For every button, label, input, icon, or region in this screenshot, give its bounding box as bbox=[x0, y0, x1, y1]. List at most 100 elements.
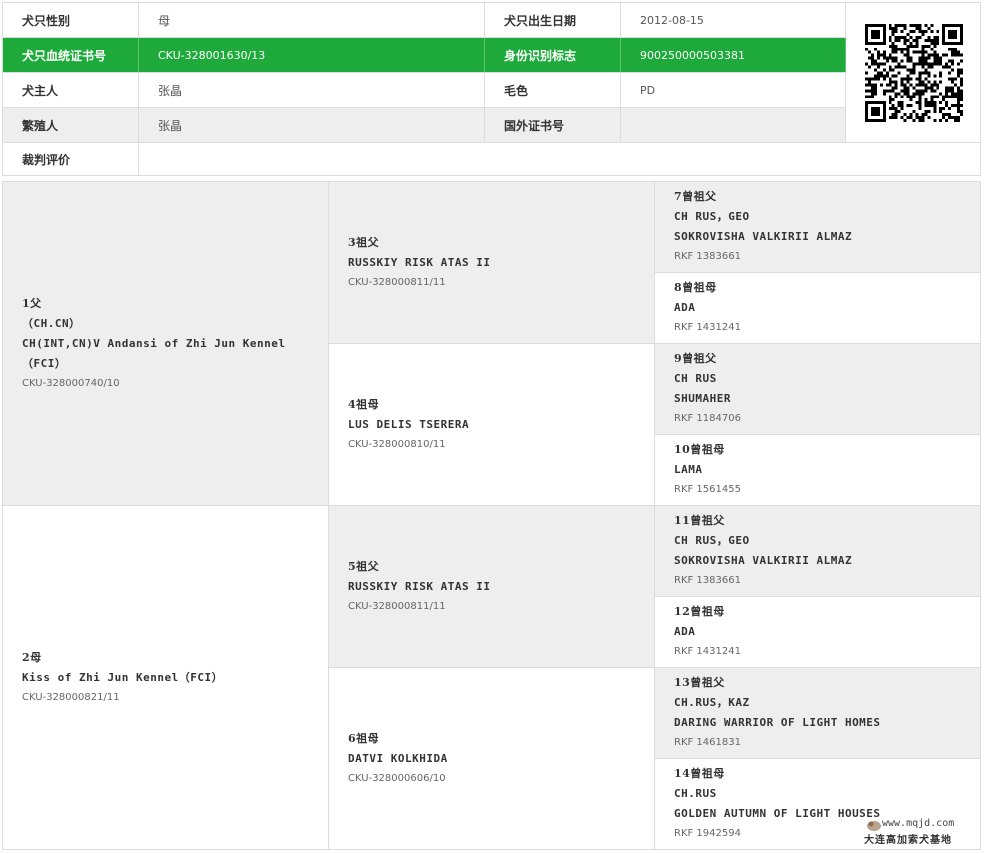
pedigree-g13: 13曾祖父 CH.RUS，KAZ DARING WARRIOR OF LIGHT… bbox=[655, 668, 980, 759]
gp6-name: DATVI KOLKHIDA bbox=[348, 751, 448, 765]
pedigree-gp6: 6祖母 DATVI KOLKHIDA CKU-328000606/10 bbox=[329, 668, 655, 849]
g7-reg: RKF 1383661 bbox=[674, 251, 741, 262]
g9-reg: RKF 1184706 bbox=[674, 413, 741, 424]
g13-line-1: CH.RUS，KAZ bbox=[674, 696, 750, 709]
dog-logo-icon bbox=[867, 821, 881, 831]
pedigree-g11: 11曾祖父 CH RUS，GEO SOKROVISHA VALKIRII ALM… bbox=[655, 506, 980, 597]
g7-line-1: CH RUS，GEO bbox=[674, 210, 750, 223]
dob-label: 犬只出生日期 bbox=[504, 13, 577, 28]
info-row-breeder: 繁殖人 张晶 国外证书号 bbox=[3, 108, 846, 143]
pedigree-g9: 9曾祖父 CH RUS SHUMAHER RKF 1184706 bbox=[655, 344, 980, 435]
g7-title: 7曾祖父 bbox=[674, 190, 717, 203]
qr-code-icon bbox=[864, 23, 963, 122]
g12-reg: RKF 1431241 bbox=[674, 646, 741, 657]
dog-info-table: 犬只性别 母 犬只出生日期 2012-08-15 犬只血统证书号 CKU-328… bbox=[2, 2, 981, 176]
sex-label-cell: 犬只性别 bbox=[3, 3, 139, 37]
g10-title: 10曾祖母 bbox=[674, 443, 725, 456]
g11-reg: RKF 1383661 bbox=[674, 575, 741, 586]
sire-line-2: CH(INT,CN)V Andansi of Zhi Jun Kennel bbox=[22, 336, 286, 350]
pedigree-dam: 2母 Kiss of Zhi Jun Kennel（FCI） CKU-32800… bbox=[3, 506, 329, 849]
pedigree-sire: 1父 （CH.CN） CH(INT,CN)V Andansi of Zhi Ju… bbox=[3, 182, 329, 506]
g11-title: 11曾祖父 bbox=[674, 514, 725, 527]
dob-value-cell: 2012-08-15 bbox=[621, 3, 846, 37]
pedigree-g12: 12曾祖母 ADA RKF 1431241 bbox=[655, 597, 980, 668]
dob-label-cell: 犬只出生日期 bbox=[485, 3, 621, 37]
sex-value-cell: 母 bbox=[139, 3, 485, 37]
gp5-reg: CKU-328000811/11 bbox=[348, 600, 446, 612]
gp3-reg: CKU-328000811/11 bbox=[348, 276, 446, 288]
cert-label: 犬只血统证书号 bbox=[22, 48, 107, 63]
sire-line-3: （FCI） bbox=[22, 356, 67, 370]
gp5-title: 5祖父 bbox=[348, 559, 380, 573]
gp3-name: RUSSKIY RISK ATAS II bbox=[348, 255, 491, 269]
gp3-title: 3祖父 bbox=[348, 235, 380, 249]
gp4-title: 4祖母 bbox=[348, 397, 380, 411]
pedigree-gp3: 3祖父 RUSSKIY RISK ATAS II CKU-328000811/1… bbox=[329, 182, 655, 344]
dam-title: 2母 bbox=[22, 650, 42, 664]
owner-label: 犬主人 bbox=[22, 83, 59, 98]
info-row-judge: 裁判评价 bbox=[3, 143, 980, 176]
sire-line-1: （CH.CN） bbox=[22, 316, 81, 330]
color-value: PD bbox=[640, 83, 656, 97]
owner-value: 张晶 bbox=[158, 83, 183, 98]
g7-line-2: SOKROVISHA VALKIRII ALMAZ bbox=[674, 230, 853, 243]
g12-title: 12曾祖母 bbox=[674, 605, 725, 618]
gp4-reg: CKU-328000810/11 bbox=[348, 438, 446, 450]
judge-value-cell bbox=[139, 143, 982, 176]
owner-label-cell: 犬主人 bbox=[3, 73, 139, 107]
g13-title: 13曾祖父 bbox=[674, 676, 725, 689]
g13-line-2: DARING WARRIOR OF LIGHT HOMES bbox=[674, 716, 881, 729]
color-label-cell: 毛色 bbox=[485, 73, 621, 107]
gp6-reg: CKU-328000606/10 bbox=[348, 772, 446, 784]
pedigree-gp5: 5祖父 RUSSKIY RISK ATAS II CKU-328000811/1… bbox=[329, 506, 655, 668]
foreign-label: 国外证书号 bbox=[504, 118, 565, 133]
cert-label-cell: 犬只血统证书号 bbox=[3, 38, 139, 72]
pedigree-g8: 8曾祖母 ADA RKF 1431241 bbox=[655, 273, 980, 344]
id-value: 900250000503381 bbox=[640, 48, 745, 62]
sex-label: 犬只性别 bbox=[22, 13, 71, 28]
breeder-label: 繁殖人 bbox=[22, 118, 59, 133]
id-label: 身份识别标志 bbox=[504, 48, 577, 63]
g10-reg: RKF 1561455 bbox=[674, 484, 741, 495]
g8-line-1: ADA bbox=[674, 301, 696, 314]
gp5-name: RUSSKIY RISK ATAS II bbox=[348, 579, 491, 593]
g8-title: 8曾祖母 bbox=[674, 281, 717, 294]
sire-reg: CKU-328000740/10 bbox=[22, 377, 120, 389]
breeder-value-cell: 张晶 bbox=[139, 108, 485, 142]
judge-label-cell: 裁判评价 bbox=[3, 143, 139, 176]
g9-line-2: SHUMAHER bbox=[674, 392, 731, 405]
g11-line-2: SOKROVISHA VALKIRII ALMAZ bbox=[674, 554, 853, 567]
pedigree-gp4: 4祖母 LUS DELIS TSERERA CKU-328000810/11 bbox=[329, 344, 655, 506]
info-row-sex: 犬只性别 母 犬只出生日期 2012-08-15 bbox=[3, 3, 846, 38]
dob-value: 2012-08-15 bbox=[640, 13, 704, 27]
judge-label: 裁判评价 bbox=[22, 153, 71, 167]
foreign-label-cell: 国外证书号 bbox=[485, 108, 621, 142]
g9-title: 9曾祖父 bbox=[674, 352, 717, 365]
foreign-value-cell bbox=[621, 108, 846, 142]
cert-value: CKU-328001630/13 bbox=[158, 48, 266, 62]
g14-line-1: CH.RUS bbox=[674, 787, 717, 800]
pedigree-g10: 10曾祖母 LAMA RKF 1561455 bbox=[655, 435, 980, 506]
breeder-label-cell: 繁殖人 bbox=[3, 108, 139, 142]
cert-value-cell: CKU-328001630/13 bbox=[139, 38, 485, 72]
g14-title: 14曾祖母 bbox=[674, 767, 725, 780]
g10-line-1: LAMA bbox=[674, 463, 703, 476]
color-value-cell: PD bbox=[621, 73, 846, 107]
g8-reg: RKF 1431241 bbox=[674, 322, 741, 333]
dam-line-1: Kiss of Zhi Jun Kennel（FCI） bbox=[22, 670, 224, 684]
g13-reg: RKF 1461831 bbox=[674, 737, 741, 748]
info-row-cert: 犬只血统证书号 CKU-328001630/13 身份识别标志 90025000… bbox=[3, 38, 846, 73]
color-label: 毛色 bbox=[504, 83, 529, 98]
id-label-cell: 身份识别标志 bbox=[485, 38, 621, 72]
id-value-cell: 900250000503381 bbox=[621, 38, 846, 72]
qr-code-box bbox=[846, 3, 981, 143]
pedigree-table: 1父 （CH.CN） CH(INT,CN)V Andansi of Zhi Ju… bbox=[2, 181, 981, 850]
g9-line-1: CH RUS bbox=[674, 372, 717, 385]
pedigree-g7: 7曾祖父 CH RUS，GEO SOKROVISHA VALKIRII ALMA… bbox=[655, 182, 980, 273]
dam-reg: CKU-328000821/11 bbox=[22, 691, 120, 703]
sire-title: 1父 bbox=[22, 296, 42, 310]
sex-value: 母 bbox=[158, 13, 171, 28]
watermark-url: www.mqjd.com bbox=[882, 818, 955, 829]
gp6-title: 6祖母 bbox=[348, 731, 380, 745]
info-row-owner: 犬主人 张晶 毛色 PD bbox=[3, 73, 846, 108]
